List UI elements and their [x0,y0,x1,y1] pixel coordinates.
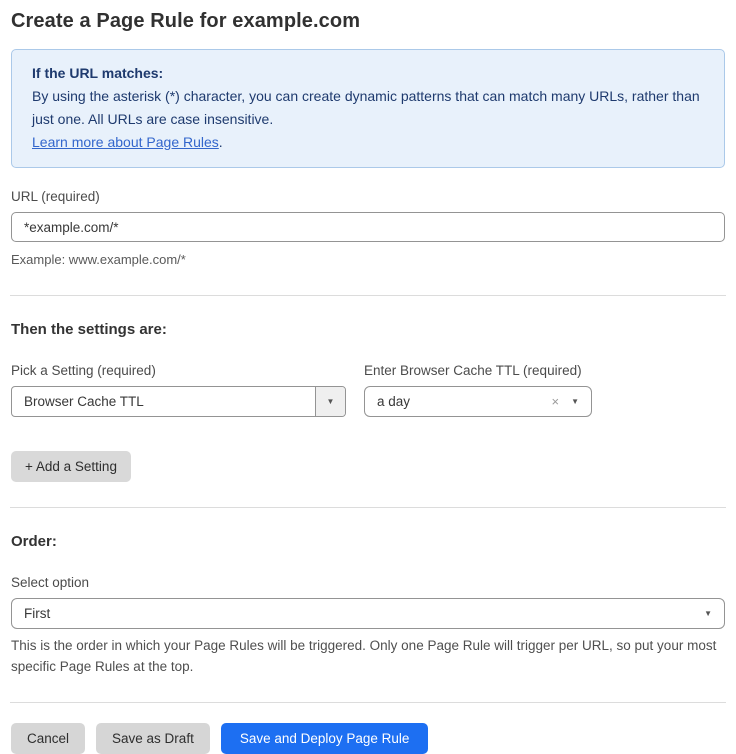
info-box-heading: If the URL matches: [32,62,704,85]
order-section-heading: Order: [11,533,725,550]
footer-actions: Cancel Save as Draft Save and Deploy Pag… [11,723,725,754]
chevron-down-icon: ▼ [692,610,724,618]
chevron-down-icon[interactable]: ▼ [569,398,591,406]
url-input[interactable] [11,212,725,242]
save-as-draft-button[interactable]: Save as Draft [96,723,210,754]
setting-select-column: Pick a Setting (required) Browser Cache … [11,338,346,417]
order-select-value: First [12,606,692,621]
settings-row: Pick a Setting (required) Browser Cache … [11,338,725,417]
info-box-link-line: Learn more about Page Rules. [32,131,704,154]
page-title: Create a Page Rule for example.com [11,10,725,33]
divider [10,507,726,508]
cancel-button[interactable]: Cancel [11,723,85,754]
order-helper-text: This is the order in which your Page Rul… [11,635,725,677]
info-box-body: By using the asterisk (*) character, you… [32,85,704,131]
learn-more-link[interactable]: Learn more about Page Rules [32,134,219,150]
divider [10,295,726,296]
order-select[interactable]: First ▼ [11,598,725,629]
settings-section-heading: Then the settings are: [11,321,725,338]
clear-icon[interactable]: × [551,394,569,409]
add-setting-button[interactable]: + Add a Setting [11,451,131,482]
setting-select-arrow-segment[interactable]: ▼ [315,387,345,416]
url-field-label: URL (required) [11,189,725,204]
ttl-select-column: Enter Browser Cache TTL (required) a day… [364,338,592,417]
ttl-select-label: Enter Browser Cache TTL (required) [364,363,592,378]
chevron-down-icon: ▼ [327,398,335,406]
setting-select-value: Browser Cache TTL [12,394,315,409]
ttl-select[interactable]: a day × ▼ [364,386,592,417]
ttl-select-value: a day [365,394,551,409]
link-suffix: . [219,134,223,150]
divider [10,702,726,703]
setting-select[interactable]: Browser Cache TTL ▼ [11,386,346,417]
url-match-info-box: If the URL matches: By using the asteris… [11,49,725,168]
setting-select-label: Pick a Setting (required) [11,363,346,378]
order-select-label: Select option [11,575,725,590]
save-and-deploy-button[interactable]: Save and Deploy Page Rule [221,723,429,754]
url-field-helper: Example: www.example.com/* [11,250,725,270]
